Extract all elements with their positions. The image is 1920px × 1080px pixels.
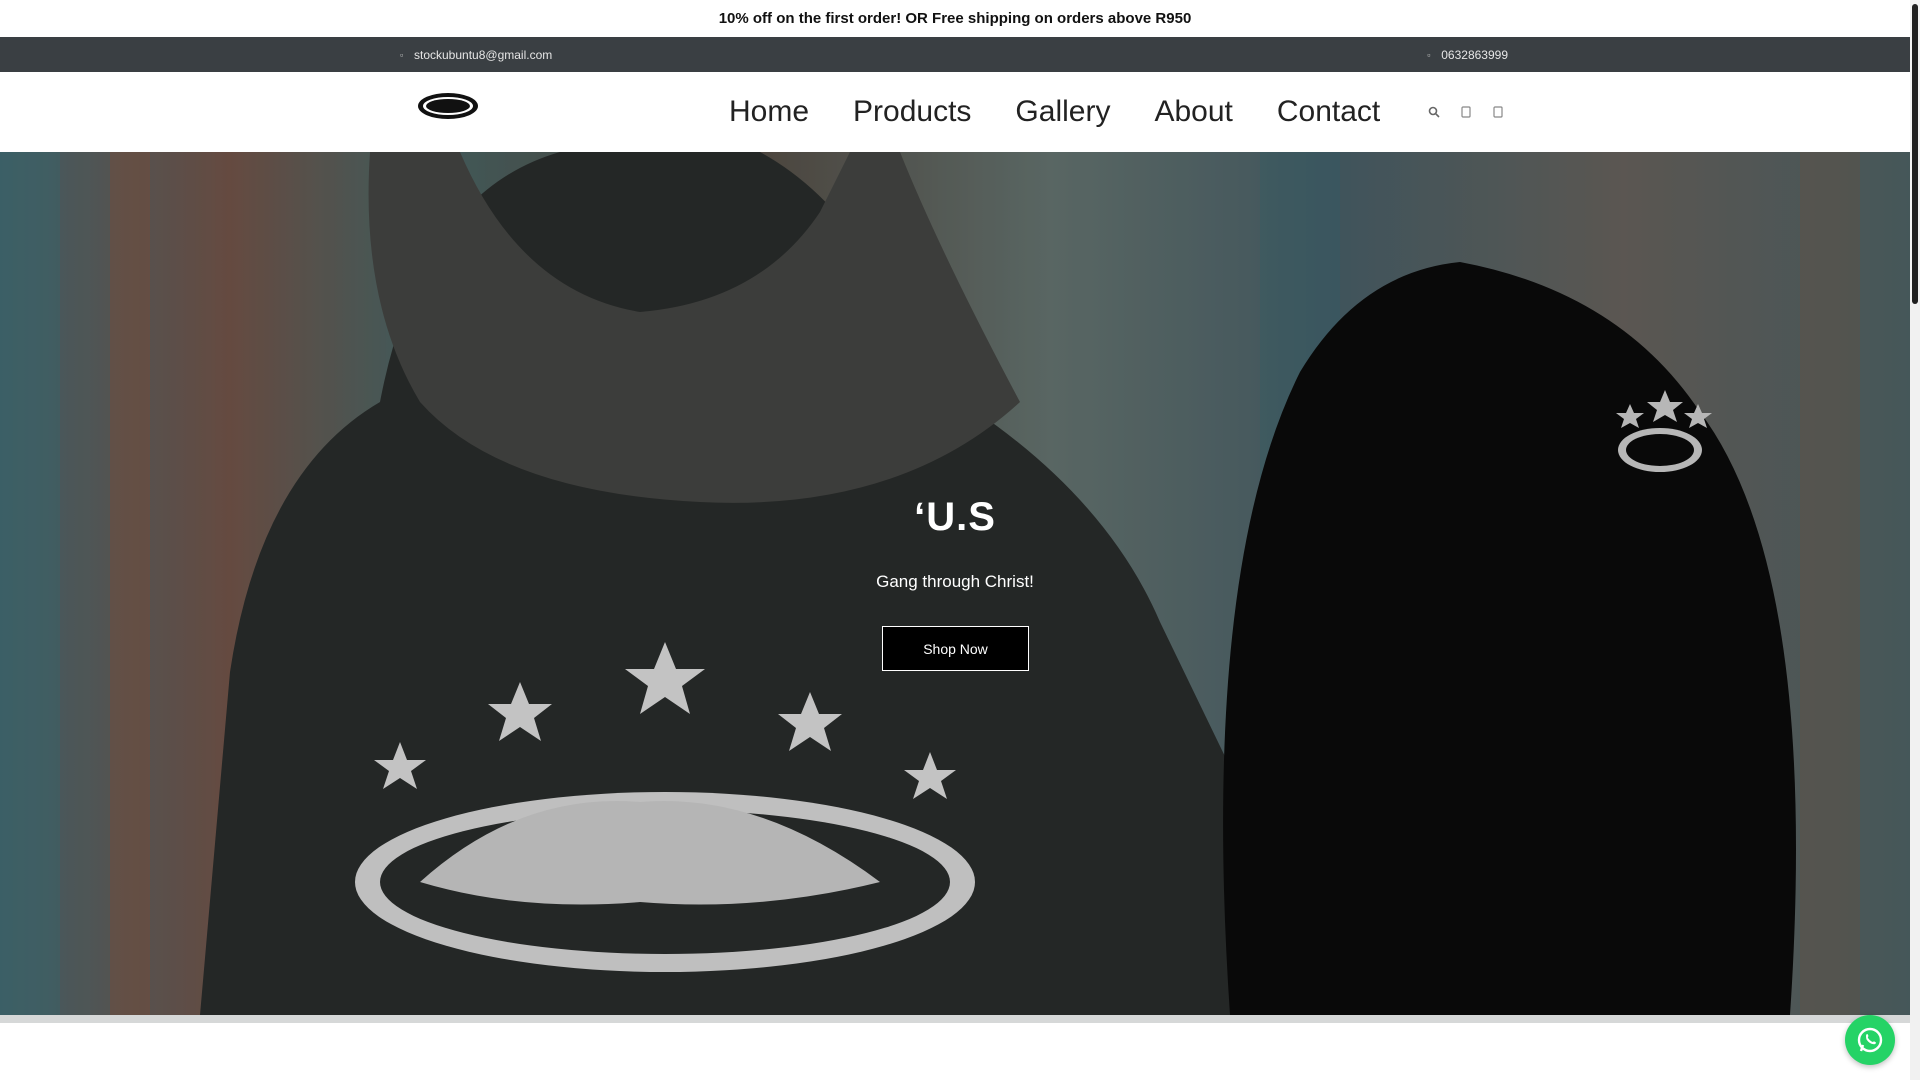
phone-text[interactable]: 0632863999 xyxy=(1441,48,1508,62)
main-nav: Home Products Gallery About Contact xyxy=(729,72,1424,152)
user-icon[interactable] xyxy=(1460,105,1472,119)
contact-email[interactable]: ▫ stockubuntu8@gmail.com xyxy=(400,37,552,72)
promo-banner: 10% off on the first order! OR Free ship… xyxy=(0,0,1910,37)
phone-icon: ▫ xyxy=(1427,49,1431,60)
promo-text: 10% off on the first order! OR Free ship… xyxy=(718,10,1192,27)
whatsapp-icon xyxy=(1857,1027,1883,1053)
contact-bar: ▫ stockubuntu8@gmail.com ▫ 0632863999 xyxy=(0,37,1910,72)
logo-emblem xyxy=(418,93,478,119)
brand-logo[interactable] xyxy=(408,84,488,128)
nav-contact[interactable]: Contact xyxy=(1277,95,1380,129)
page: 10% off on the first order! OR Free ship… xyxy=(0,0,1920,1080)
header-actions xyxy=(1428,72,1504,152)
cart-icon[interactable] xyxy=(1492,105,1504,119)
search-icon[interactable] xyxy=(1428,105,1440,119)
site-header: Home Products Gallery About Contact xyxy=(0,72,1910,152)
section-divider xyxy=(0,1015,1910,1023)
nav-home[interactable]: Home xyxy=(729,95,809,129)
whatsapp-chat-button[interactable] xyxy=(1845,1015,1895,1065)
hero-subtitle: Gang through Christ! xyxy=(876,572,1034,591)
contact-phone[interactable]: ▫ 0632863999 xyxy=(1427,37,1508,72)
nav-about[interactable]: About xyxy=(1154,95,1232,129)
hero-content: ‘U.S Gang through Christ! Shop Now xyxy=(0,152,1910,1015)
scrollbar-thumb[interactable] xyxy=(1912,4,1918,304)
nav-products[interactable]: Products xyxy=(853,95,971,129)
page-scrollbar[interactable] xyxy=(1910,0,1920,1080)
hero-title: ‘U.S xyxy=(914,495,996,539)
nav-gallery[interactable]: Gallery xyxy=(1015,95,1110,129)
shop-now-button[interactable]: Shop Now xyxy=(882,626,1029,671)
email-text[interactable]: stockubuntu8@gmail.com xyxy=(414,48,552,62)
hero-section: ‘U.S Gang through Christ! Shop Now xyxy=(0,152,1910,1015)
envelope-icon: ▫ xyxy=(400,49,404,60)
